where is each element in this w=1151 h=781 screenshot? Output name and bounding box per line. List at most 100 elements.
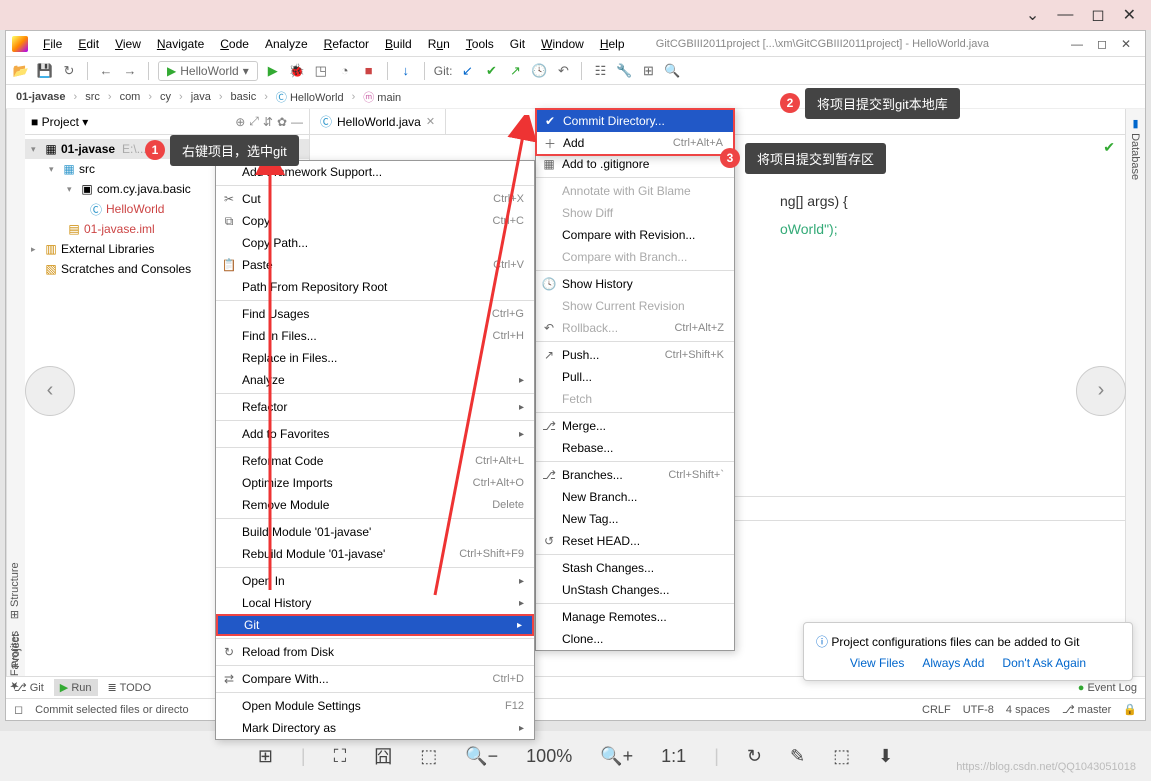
viewer-max-icon[interactable]: ◻ bbox=[1091, 5, 1104, 25]
git-unstash[interactable]: UnStash Changes... bbox=[536, 579, 734, 601]
crumb-basic[interactable]: basic bbox=[229, 91, 259, 103]
menu-refactor[interactable]: Refactor bbox=[317, 34, 376, 54]
ocr-icon[interactable]: 囧 bbox=[374, 743, 392, 769]
forward-icon[interactable]: → bbox=[121, 62, 139, 80]
sync-icon[interactable]: ↻ bbox=[60, 62, 78, 80]
git-new-branch[interactable]: New Branch... bbox=[536, 486, 734, 508]
carousel-next[interactable]: › bbox=[1076, 366, 1126, 416]
hide-icon[interactable]: — bbox=[291, 115, 303, 129]
edit-icon[interactable]: ✎ bbox=[790, 746, 805, 767]
zoom-out-icon[interactable]: 🔍− bbox=[465, 746, 498, 767]
status-branch[interactable]: ⎇ master bbox=[1062, 703, 1111, 716]
ctx-analyze[interactable]: Analyze▸ bbox=[216, 369, 534, 391]
open-icon[interactable]: 📂 bbox=[12, 62, 30, 80]
ctx-copy-path[interactable]: Copy Path... bbox=[216, 232, 534, 254]
ctx-mark-directory[interactable]: Mark Directory as▸ bbox=[216, 717, 534, 739]
git-push[interactable]: ↗Push...Ctrl+Shift+K bbox=[536, 344, 734, 366]
menu-git[interactable]: Git bbox=[503, 34, 532, 54]
crumb-src[interactable]: src bbox=[83, 91, 102, 103]
ctx-replace-in-files[interactable]: Replace in Files... bbox=[216, 347, 534, 369]
tw-eventlog[interactable]: ● Event Log bbox=[1078, 682, 1137, 694]
git-add-gitignore[interactable]: ▦Add to .gitignore bbox=[536, 153, 734, 175]
status-encoding[interactable]: UTF-8 bbox=[963, 704, 994, 716]
git-show-history[interactable]: 🕓Show History bbox=[536, 273, 734, 295]
ctx-build-module[interactable]: Build Module '01-javase' bbox=[216, 521, 534, 543]
notif-dont-ask[interactable]: Don't Ask Again bbox=[1002, 656, 1086, 670]
tab-structure[interactable]: ⊞ Structure bbox=[8, 562, 21, 619]
ctx-paste[interactable]: 📋PasteCtrl+V bbox=[216, 254, 534, 276]
menu-code[interactable]: Code bbox=[213, 34, 256, 54]
save-icon[interactable]: 💾 bbox=[36, 62, 54, 80]
run-config-selector[interactable]: ▶ HelloWorld ▾ bbox=[158, 61, 258, 81]
ctx-cut[interactable]: ✂CutCtrl+X bbox=[216, 188, 534, 210]
debug-icon[interactable]: 🐞 bbox=[288, 62, 306, 80]
viewer-close-icon[interactable]: ✕ bbox=[1123, 5, 1136, 25]
ctx-compare-with[interactable]: ⇄Compare With...Ctrl+D bbox=[216, 668, 534, 690]
carousel-prev[interactable]: ‹ bbox=[25, 366, 75, 416]
menu-run[interactable]: Run bbox=[421, 34, 457, 54]
tab-helloworld[interactable]: Ⓒ HelloWorld.java ✕ bbox=[310, 109, 446, 134]
crumb-class[interactable]: Ⓒ HelloWorld bbox=[274, 89, 346, 105]
project-panel-title[interactable]: ■ Project ▾ bbox=[31, 115, 88, 129]
git-history-icon[interactable]: 🕓 bbox=[530, 62, 548, 80]
status-indent[interactable]: 4 spaces bbox=[1006, 704, 1050, 716]
git-stash[interactable]: Stash Changes... bbox=[536, 557, 734, 579]
ctx-refactor[interactable]: Refactor▸ bbox=[216, 396, 534, 418]
git-branches[interactable]: ⎇Branches...Ctrl+Shift+` bbox=[536, 464, 734, 486]
ctx-rebuild-module[interactable]: Rebuild Module '01-javase'Ctrl+Shift+F9 bbox=[216, 543, 534, 565]
search-icon[interactable]: 🔍 bbox=[663, 62, 681, 80]
crumb-method[interactable]: ⓜ main bbox=[361, 89, 403, 105]
menu-build[interactable]: Build bbox=[378, 34, 419, 54]
settings-icon[interactable]: ☷ bbox=[591, 62, 609, 80]
settings-gear-icon[interactable]: ✿ bbox=[277, 115, 287, 129]
git-reset-head[interactable]: ↺Reset HEAD... bbox=[536, 530, 734, 552]
git-rollback-icon[interactable]: ↶ bbox=[554, 62, 572, 80]
coverage-icon[interactable]: ◳ bbox=[312, 62, 330, 80]
git-rebase[interactable]: Rebase... bbox=[536, 437, 734, 459]
stop-icon[interactable]: ■ bbox=[360, 62, 378, 80]
collapse-icon[interactable]: ⇵ bbox=[263, 115, 273, 129]
crumb-com[interactable]: com bbox=[118, 91, 143, 103]
win-min-icon[interactable]: — bbox=[1071, 37, 1083, 51]
crumb-module[interactable]: 01-javase bbox=[14, 91, 68, 103]
expand-icon[interactable]: ⤢ bbox=[249, 114, 259, 129]
vcs-update-icon[interactable]: ↓ bbox=[397, 62, 415, 80]
close-tab-icon[interactable]: ✕ bbox=[426, 115, 435, 128]
ctx-find-usages[interactable]: Find UsagesCtrl+G bbox=[216, 303, 534, 325]
menu-tools[interactable]: Tools bbox=[459, 34, 501, 54]
git-clone[interactable]: Clone... bbox=[536, 628, 734, 650]
run-icon[interactable]: ▶ bbox=[264, 62, 282, 80]
status-crlf[interactable]: CRLF bbox=[922, 704, 951, 716]
rotate-icon[interactable]: ↻ bbox=[747, 746, 762, 767]
profile-icon[interactable]: ◔ bbox=[336, 62, 354, 80]
back-icon[interactable]: ← bbox=[97, 62, 115, 80]
notif-view-files[interactable]: View Files bbox=[850, 656, 904, 670]
ctx-reload[interactable]: ↻Reload from Disk bbox=[216, 641, 534, 663]
git-add[interactable]: ＋AddCtrl+Alt+A bbox=[537, 132, 733, 154]
ctx-reformat[interactable]: Reformat CodeCtrl+Alt+L bbox=[216, 450, 534, 472]
ctx-find-in-files[interactable]: Find in Files...Ctrl+H bbox=[216, 325, 534, 347]
ctx-git[interactable]: Git▸ bbox=[216, 614, 534, 636]
structure-icon[interactable]: ⊞ bbox=[639, 62, 657, 80]
tw-run[interactable]: ▶ Run bbox=[54, 679, 98, 696]
git-new-tag[interactable]: New Tag... bbox=[536, 508, 734, 530]
menu-window[interactable]: Window bbox=[534, 34, 591, 54]
git-manage-remotes[interactable]: Manage Remotes... bbox=[536, 606, 734, 628]
ctx-local-history[interactable]: Local History▸ bbox=[216, 592, 534, 614]
ctx-path-repo[interactable]: Path From Repository Root bbox=[216, 276, 534, 298]
actual-size-icon[interactable]: 1:1 bbox=[661, 746, 686, 767]
inspection-ok-icon[interactable]: ✔ bbox=[1103, 139, 1115, 156]
fit-icon[interactable]: ⬚ bbox=[420, 746, 437, 767]
git-commit-directory[interactable]: ✔Commit Directory... bbox=[537, 110, 733, 132]
git-merge[interactable]: ⎇Merge... bbox=[536, 415, 734, 437]
win-max-icon[interactable]: ◻ bbox=[1097, 37, 1107, 51]
win-close-icon[interactable]: ✕ bbox=[1121, 37, 1131, 51]
viewer-min-icon[interactable]: — bbox=[1057, 6, 1073, 24]
viewer-down-icon[interactable]: ⌄ bbox=[1026, 5, 1039, 25]
notif-always-add[interactable]: Always Add bbox=[922, 656, 984, 670]
ctx-remove-module[interactable]: Remove ModuleDelete bbox=[216, 494, 534, 516]
tw-todo[interactable]: ≣ TODO bbox=[108, 681, 152, 694]
lock-icon[interactable]: 🔒 bbox=[1123, 703, 1137, 716]
menu-edit[interactable]: Edit bbox=[71, 34, 106, 54]
git-pull[interactable]: Pull... bbox=[536, 366, 734, 388]
